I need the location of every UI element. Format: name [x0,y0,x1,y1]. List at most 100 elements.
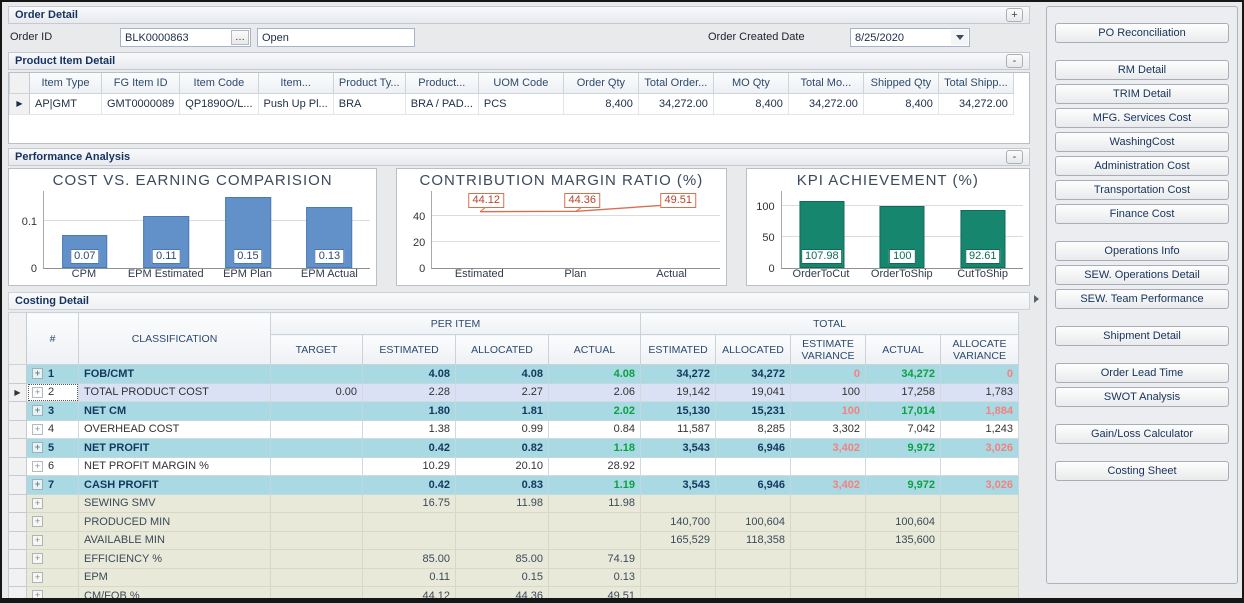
costing-cell[interactable] [716,457,791,476]
costing-cell[interactable]: 100,604 [716,513,791,532]
costing-cell[interactable]: 0.11 [363,568,456,587]
costing-cell[interactable] [271,494,363,513]
costing-cell[interactable] [866,494,941,513]
costing-cell[interactable] [456,513,549,532]
product-grid-cell[interactable]: BRA [333,93,405,114]
costing-cell[interactable]: 15,231 [716,402,791,421]
performance-analysis-collapse-button[interactable]: - [1006,150,1023,164]
costing-cell[interactable]: 2.27 [456,383,549,402]
costing-row[interactable]: +4OVERHEAD COST1.380.990.8411,5878,2853,… [9,420,1019,439]
product-grid-column-header[interactable]: MO Qty [713,73,788,93]
sidebar-button-shipment-detail[interactable]: Shipment Detail [1055,326,1229,346]
costing-row[interactable]: +5NET PROFIT0.420.821.183,5436,9463,4029… [9,439,1019,458]
product-grid-column-header[interactable]: Product Ty... [333,73,405,93]
costing-cell[interactable]: 1.38 [363,420,456,439]
panel-expand-arrow-icon[interactable] [1034,295,1039,303]
costing-cell[interactable] [271,550,363,569]
sidebar-button-trim-detail[interactable]: TRIM Detail [1055,84,1229,104]
classification-cell[interactable]: EPM [79,568,271,587]
product-grid-column-header[interactable]: Order Qty [563,73,638,93]
costing-row[interactable]: +3NET CM1.801.812.0215,13015,23110017,01… [9,402,1019,421]
costing-row[interactable]: +PRODUCED MIN140,700100,604100,604 [9,513,1019,532]
costing-cell[interactable]: 4.08 [456,365,549,384]
costing-cell[interactable] [941,457,1019,476]
costing-cell[interactable] [549,513,641,532]
costing-cell[interactable]: 3,402 [791,476,866,495]
row-number-cell[interactable]: + [27,531,79,550]
product-grid-cell[interactable]: QP1890O/L... [180,93,258,114]
classification-cell[interactable]: OVERHEAD COST [79,420,271,439]
product-grid-cell[interactable]: 8,400 [863,93,938,114]
expand-icon[interactable]: + [32,387,43,398]
classification-cell[interactable]: SEWING SMV [79,494,271,513]
costing-cell[interactable]: 100 [791,402,866,421]
classification-cell[interactable]: NET PROFIT [79,439,271,458]
costing-cell[interactable]: 11,587 [641,420,716,439]
costing-cell[interactable] [271,402,363,421]
costing-cell[interactable]: 11.98 [549,494,641,513]
costing-cell[interactable]: 34,272 [716,365,791,384]
costing-row[interactable]: +6NET PROFIT MARGIN %10.2920.1028.92 [9,457,1019,476]
product-grid-column-header[interactable]: UOM Code [478,73,563,93]
row-number-cell[interactable]: +5 [27,439,79,458]
costing-cell[interactable]: 0.82 [456,439,549,458]
classification-cell[interactable]: AVAILABLE MIN [79,531,271,550]
order-status-field[interactable]: Open [257,28,415,47]
costing-cell[interactable] [866,550,941,569]
classification-cell[interactable]: CM/FOB % [79,587,271,603]
costing-cell[interactable]: 44.36 [456,587,549,603]
costing-cell[interactable]: 9,972 [866,476,941,495]
costing-cell[interactable]: 3,302 [791,420,866,439]
sidebar-button-po-reconciliation[interactable]: PO Reconciliation [1055,23,1229,43]
expand-icon[interactable]: + [32,553,43,564]
costing-cell[interactable] [941,587,1019,603]
costing-cell[interactable]: 0.00 [271,383,363,402]
costing-cell[interactable] [791,531,866,550]
costing-cell[interactable] [363,531,456,550]
product-grid-column-header[interactable]: Shipped Qty [863,73,938,93]
costing-cell[interactable]: 0.99 [456,420,549,439]
row-number-cell[interactable]: +2 [27,383,79,402]
costing-cell[interactable]: 0 [941,365,1019,384]
costing-cell[interactable] [641,587,716,603]
costing-cell[interactable]: 19,041 [716,383,791,402]
row-number-cell[interactable]: + [27,568,79,587]
costing-cell[interactable] [271,365,363,384]
costing-cell[interactable] [363,513,456,532]
costing-cell[interactable] [791,550,866,569]
costing-cell[interactable] [941,513,1019,532]
product-grid-cell[interactable]: 34,272.00 [938,93,1013,114]
classification-cell[interactable]: EFFICIENCY % [79,550,271,569]
costing-row[interactable]: +AVAILABLE MIN165,529118,358135,600 [9,531,1019,550]
costing-cell[interactable] [791,568,866,587]
costing-cell[interactable] [941,494,1019,513]
costing-cell[interactable]: 85.00 [456,550,549,569]
classification-cell[interactable]: CASH PROFIT [79,476,271,495]
costing-cell[interactable]: 9,972 [866,439,941,458]
costing-row[interactable]: +SEWING SMV16.7511.9811.98 [9,494,1019,513]
costing-cell[interactable]: 49.51 [549,587,641,603]
costing-cell[interactable] [791,494,866,513]
costing-cell[interactable] [791,587,866,603]
costing-cell[interactable]: 0.83 [456,476,549,495]
order-created-date-dropdown[interactable]: 8/25/2020 [850,28,970,47]
costing-cell[interactable]: 85.00 [363,550,456,569]
costing-cell[interactable] [791,457,866,476]
costing-cell[interactable] [941,531,1019,550]
costing-cell[interactable]: 3,402 [791,439,866,458]
product-grid-cell[interactable]: Push Up Pl... [258,93,333,114]
costing-cell[interactable]: 34,272 [866,365,941,384]
costing-cell[interactable] [641,457,716,476]
costing-cell[interactable]: 0.42 [363,439,456,458]
expand-icon[interactable]: + [32,405,43,416]
costing-cell[interactable]: 15,130 [641,402,716,421]
costing-cell[interactable]: 74.19 [549,550,641,569]
costing-cell[interactable]: 1,243 [941,420,1019,439]
expand-icon[interactable]: + [32,368,43,379]
costing-cell[interactable]: 3,543 [641,439,716,458]
costing-cell[interactable] [866,457,941,476]
costing-cell[interactable]: 28.92 [549,457,641,476]
product-grid-cell[interactable]: BRA / PAD... [405,93,478,114]
costing-cell[interactable]: 1.19 [549,476,641,495]
product-grid-cell[interactable]: 34,272.00 [638,93,713,114]
